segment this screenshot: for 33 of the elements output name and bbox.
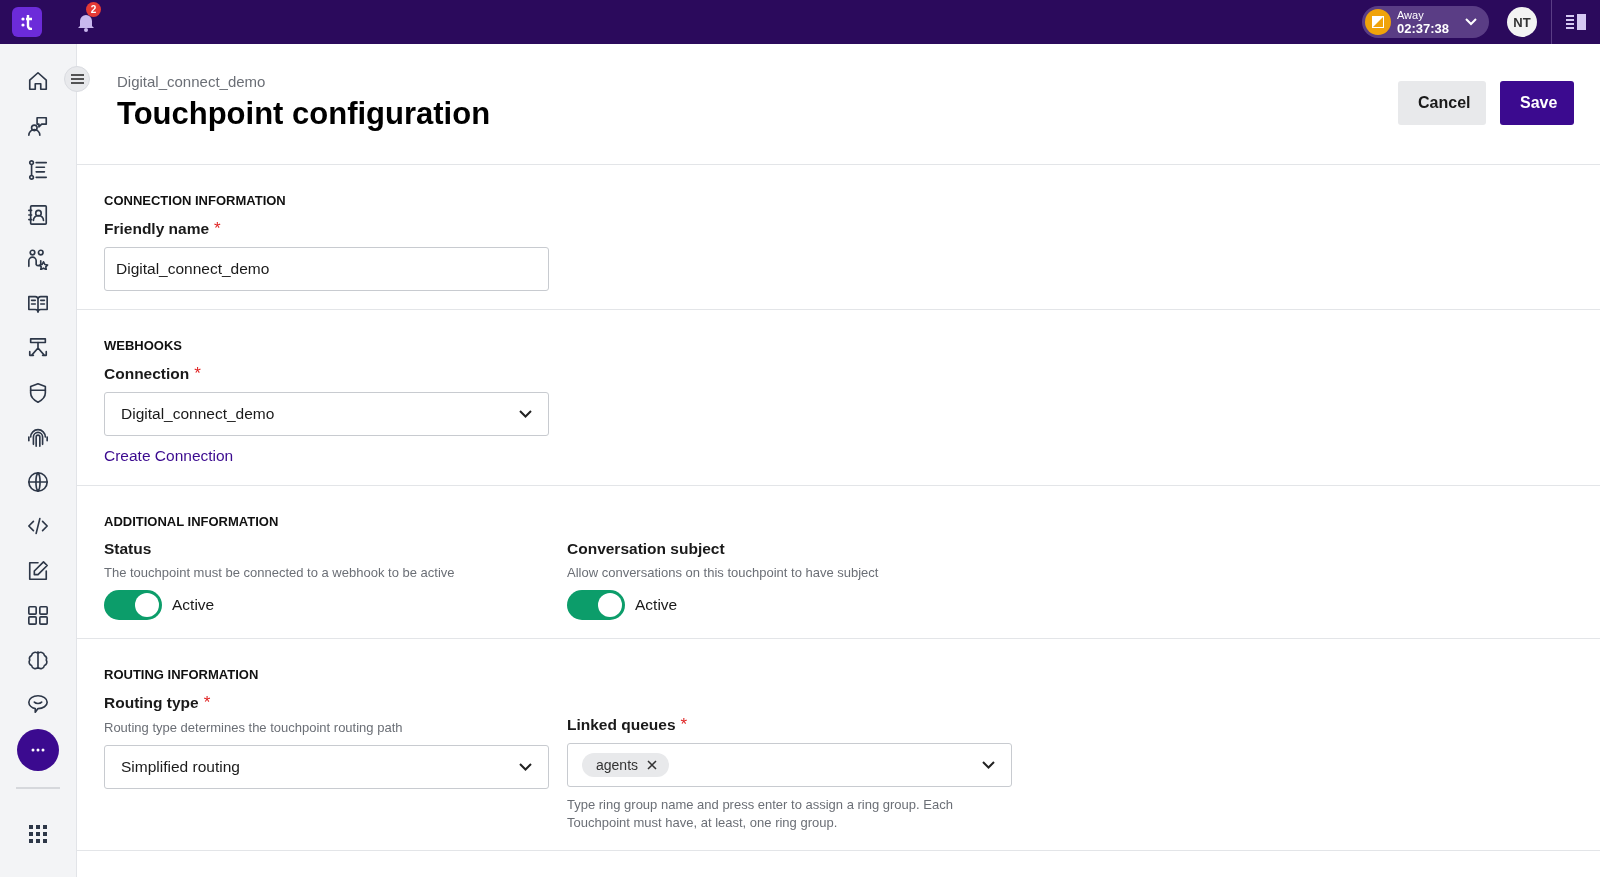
tag-chip: agents	[582, 753, 670, 777]
field-hint: The touchpoint must be connected to a webhook to be active	[104, 565, 456, 580]
required-mark: *	[680, 715, 688, 735]
select-field[interactable]: Digital_connect_demo	[104, 392, 549, 436]
field-label: Conversation subject	[567, 540, 725, 558]
toggle-label: Active	[635, 596, 678, 614]
required-mark: *	[214, 219, 221, 239]
required-mark: *	[194, 364, 201, 384]
notification-badge: 2	[86, 2, 101, 17]
create-connection-link[interactable]: Create Connection	[104, 447, 234, 465]
field-hint: Routing type determines the touchpoint routing path	[104, 720, 404, 735]
save-button[interactable]: Save	[1500, 81, 1574, 125]
field-hint: Allow conversations on this touchpoint to have subject	[567, 565, 880, 580]
section-title: WEBHOOKS	[104, 338, 183, 354]
cancel-button[interactable]: Cancel	[1398, 81, 1486, 125]
section-title: ROUTING INFORMATION	[104, 667, 260, 683]
section-title: CONNECTION INFORMATION	[104, 193, 287, 209]
field-label: Linked queues	[567, 716, 676, 734]
field-help-text: Type ring group name and press enter to assign a ring group. Each Touchpoint must have, at least, one ring group.	[567, 796, 954, 832]
status-selector[interactable]: Away 02:37:38	[1361, 6, 1489, 38]
required-mark: *	[203, 693, 211, 713]
field-label: Status	[104, 540, 152, 558]
tags-select-field[interactable]: agents	[567, 743, 1012, 787]
field-label: Friendly name	[104, 220, 210, 238]
user-avatar[interactable]: NT	[1507, 7, 1537, 37]
toggle-label: Active	[172, 596, 215, 614]
field-label: Routing type	[104, 694, 199, 712]
section-title: ADDITIONAL INFORMATION	[104, 514, 280, 530]
select-field[interactable]: Simplified routing	[104, 745, 549, 789]
page-title: Touchpoint configuration	[117, 96, 491, 132]
breadcrumb[interactable]: Digital_connect_demo	[117, 73, 491, 90]
field-label: Connection	[104, 365, 190, 383]
text-input-field[interactable]: Digital_connect_demo	[104, 247, 549, 291]
